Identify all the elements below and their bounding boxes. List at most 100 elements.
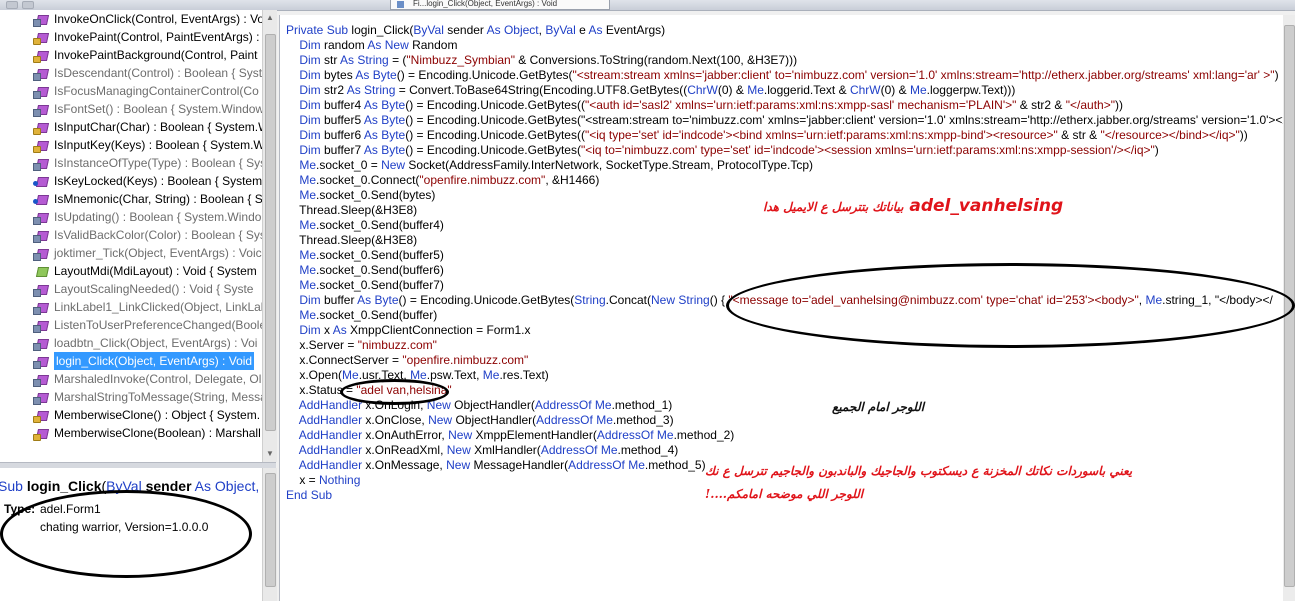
- code-line[interactable]: Dim bytes As Byte() = Encoding.Unicode.G…: [286, 68, 1278, 83]
- method-icon: [33, 157, 50, 171]
- code-line[interactable]: Me.socket_0.Send(buffer5): [286, 248, 444, 263]
- code-line[interactable]: Dim str As String = ("Nimbuzz_Symbian" &…: [286, 53, 797, 68]
- tree-item-label: IsDescendant(Control) : Boolean { Syst: [54, 66, 262, 80]
- code-line[interactable]: AddHandler x.OnAuthError, New XmppElemen…: [286, 428, 735, 443]
- document-tab[interactable]: Fi...login_Click(Object, EventArgs) : Vo…: [390, 0, 610, 10]
- tree-item[interactable]: InvokePaintBackground(Control, Paint: [0, 46, 262, 64]
- forward-icon[interactable]: [22, 1, 34, 9]
- tree-item[interactable]: ListenToUserPreferenceChanged(Boole: [0, 316, 262, 334]
- member-tree[interactable]: InvokeOnClick(Control, EventArgs) : Vo In…: [0, 10, 263, 462]
- code-line[interactable]: Me.socket_0.Send(buffer7): [286, 278, 444, 293]
- code-line[interactable]: AddHandler x.OnReadXml, New XmlHandler(A…: [286, 443, 679, 458]
- tree-item[interactable]: joktimer_Tick(Object, EventArgs) : Voic: [0, 244, 262, 262]
- code-line[interactable]: x = Nothing: [286, 473, 360, 488]
- tree-item[interactable]: IsDescendant(Control) : Boolean { Syst: [0, 64, 262, 82]
- code-line[interactable]: Me.socket_0.Send(buffer6): [286, 263, 444, 278]
- highlight-ellipse-status: [340, 379, 449, 405]
- info-scroll-thumb[interactable]: [265, 473, 276, 587]
- code-line[interactable]: Thread.Sleep(&H3E8): [286, 233, 417, 248]
- tree-item[interactable]: IsFontSet() : Boolean { System.Window: [0, 100, 262, 118]
- info-scrollbar[interactable]: [262, 468, 277, 601]
- tree-item-label: IsFocusManagingContainerControl(Co: [54, 84, 259, 98]
- document-tab-label: Fi...login_Click(Object, EventArgs) : Vo…: [413, 0, 558, 8]
- sig-keyword-as: As: [194, 478, 211, 494]
- code-line[interactable]: Dim buffer5 As Byte() = Encoding.Unicode…: [286, 113, 1295, 128]
- code-line[interactable]: Dim buffer7 As Byte() = Encoding.Unicode…: [286, 143, 1158, 158]
- tree-scroll-thumb[interactable]: [265, 34, 276, 431]
- tree-item[interactable]: IsMnemonic(Char, String) : Boolean { S: [0, 190, 262, 208]
- scroll-down-icon[interactable]: ▼: [266, 450, 274, 458]
- tree-item-label: MarshaledInvoke(Control, Delegate, Ol: [54, 372, 262, 386]
- tree-item[interactable]: IsInstanceOfType(Type) : Boolean { Sys: [0, 154, 262, 172]
- scroll-up-icon[interactable]: ▲: [266, 14, 274, 22]
- method-icon: [33, 193, 50, 206]
- method-icon: [33, 319, 50, 333]
- code-line[interactable]: Me.socket_0.Send(bytes): [286, 188, 435, 203]
- code-line[interactable]: AddHandler x.OnClose, New ObjectHandler(…: [286, 413, 674, 428]
- tree-item-label: LayoutScalingNeeded() : Void { Syste: [54, 282, 254, 296]
- tree-item[interactable]: LayoutMdi(MdiLayout) : Void { System: [0, 262, 262, 280]
- tree-item[interactable]: MemberwiseClone() : Object { System.: [0, 406, 262, 424]
- method-icon: [33, 247, 50, 261]
- tree-item-label: InvokePaint(Control, PaintEventArgs) :: [54, 30, 260, 44]
- method-icon: [33, 103, 50, 117]
- tree-scrollbar[interactable]: ▲ ▼: [262, 10, 277, 462]
- tree-item[interactable]: LayoutScalingNeeded() : Void { Syste: [0, 280, 262, 298]
- method-icon: [33, 337, 50, 351]
- status-annotation: اللوجر امام الجميع: [832, 400, 925, 414]
- code-line[interactable]: Thread.Sleep(&H3E8): [286, 203, 417, 218]
- code-line[interactable]: End Sub: [286, 488, 332, 503]
- code-line[interactable]: Me.socket_0.Connect("openfire.nimbuzz.co…: [286, 173, 599, 188]
- code-line[interactable]: Dim buffer4 As Byte() = Encoding.Unicode…: [286, 98, 1123, 113]
- code-line[interactable]: x.Server = "nimbuzz.com": [286, 338, 437, 353]
- code-line[interactable]: Dim str2 As String = Convert.ToBase64Str…: [286, 83, 1015, 98]
- tree-item-label: MemberwiseClone(Boolean) : Marshall: [54, 426, 261, 440]
- tree-item[interactable]: MemberwiseClone(Boolean) : Marshall: [0, 424, 262, 442]
- method-icon: [33, 391, 50, 405]
- tree-item[interactable]: IsInputChar(Char) : Boolean { System.W: [0, 118, 262, 136]
- method-icon: [33, 211, 50, 225]
- method-icon: [33, 265, 50, 278]
- method-icon: [33, 13, 50, 27]
- method-icon: [33, 31, 50, 45]
- tree-item[interactable]: IsValidBackColor(Color) : Boolean { Sys: [0, 226, 262, 244]
- method-icon: [33, 283, 50, 297]
- method-icon: [33, 175, 50, 188]
- tree-item-label: IsUpdating() : Boolean { System.Windo: [54, 210, 262, 224]
- sig-param-type[interactable]: Object,: [215, 478, 259, 494]
- tree-item[interactable]: IsUpdating() : Boolean { System.Windo: [0, 208, 262, 226]
- document-icon: [397, 1, 404, 8]
- tree-item-label: MemberwiseClone() : Object { System.: [54, 408, 261, 422]
- code-line[interactable]: Me.socket_0.Send(buffer4): [286, 218, 444, 233]
- tree-item-label: IsFontSet() : Boolean { System.Window: [54, 102, 262, 116]
- code-line[interactable]: Private Sub login_Click(ByVal sender As …: [286, 23, 665, 38]
- tree-item[interactable]: IsInputKey(Keys) : Boolean { System.Wi: [0, 136, 262, 154]
- warning-annotation-line2: اللوجر اللي موضحه امامكم....!: [705, 487, 864, 501]
- method-icon: [33, 121, 50, 135]
- code-line[interactable]: AddHandler x.OnLogin, New ObjectHandler(…: [286, 398, 673, 413]
- method-icon: [33, 139, 50, 153]
- code-line[interactable]: AddHandler x.OnMessage, New MessageHandl…: [286, 458, 706, 473]
- tree-item[interactable]: InvokePaint(Control, PaintEventArgs) :: [0, 28, 262, 46]
- tree-item-label: LinkLabel1_LinkClicked(Object, LinkLal: [54, 300, 262, 314]
- code-line[interactable]: Dim x As XmppClientConnection = Form1.x: [286, 323, 530, 338]
- code-line[interactable]: Dim buffer6 As Byte() = Encoding.Unicode…: [286, 128, 1247, 143]
- method-icon: [33, 355, 50, 369]
- code-line[interactable]: Me.socket_0.Send(buffer): [286, 308, 437, 323]
- method-icon: [33, 373, 50, 387]
- tree-item[interactable]: IsFocusManagingContainerControl(Co: [0, 82, 262, 100]
- code-line[interactable]: Me.socket_0 = New Socket(AddressFamily.I…: [286, 158, 813, 173]
- highlight-ellipse-message: [726, 263, 1295, 348]
- tree-item[interactable]: LinkLabel1_LinkClicked(Object, LinkLal: [0, 298, 262, 316]
- tree-item[interactable]: loadbtn_Click(Object, EventArgs) : Voi: [0, 334, 262, 352]
- tree-item[interactable]: MarshaledInvoke(Control, Delegate, Ol: [0, 370, 262, 388]
- tree-item[interactable]: login_Click(Object, EventArgs) : Void: [0, 352, 262, 370]
- method-icon: [33, 427, 50, 441]
- tree-item[interactable]: InvokeOnClick(Control, EventArgs) : Vo: [0, 10, 262, 28]
- code-line[interactable]: x.ConnectServer = "openfire.nimbuzz.com": [286, 353, 528, 368]
- sig-keyword-sub: Sub: [0, 478, 23, 494]
- code-line[interactable]: Dim random As New Random: [286, 38, 457, 53]
- tree-item[interactable]: MarshalStringToMessage(String, Messa: [0, 388, 262, 406]
- back-icon[interactable]: [6, 1, 18, 9]
- tree-item[interactable]: IsKeyLocked(Keys) : Boolean { System.W: [0, 172, 262, 190]
